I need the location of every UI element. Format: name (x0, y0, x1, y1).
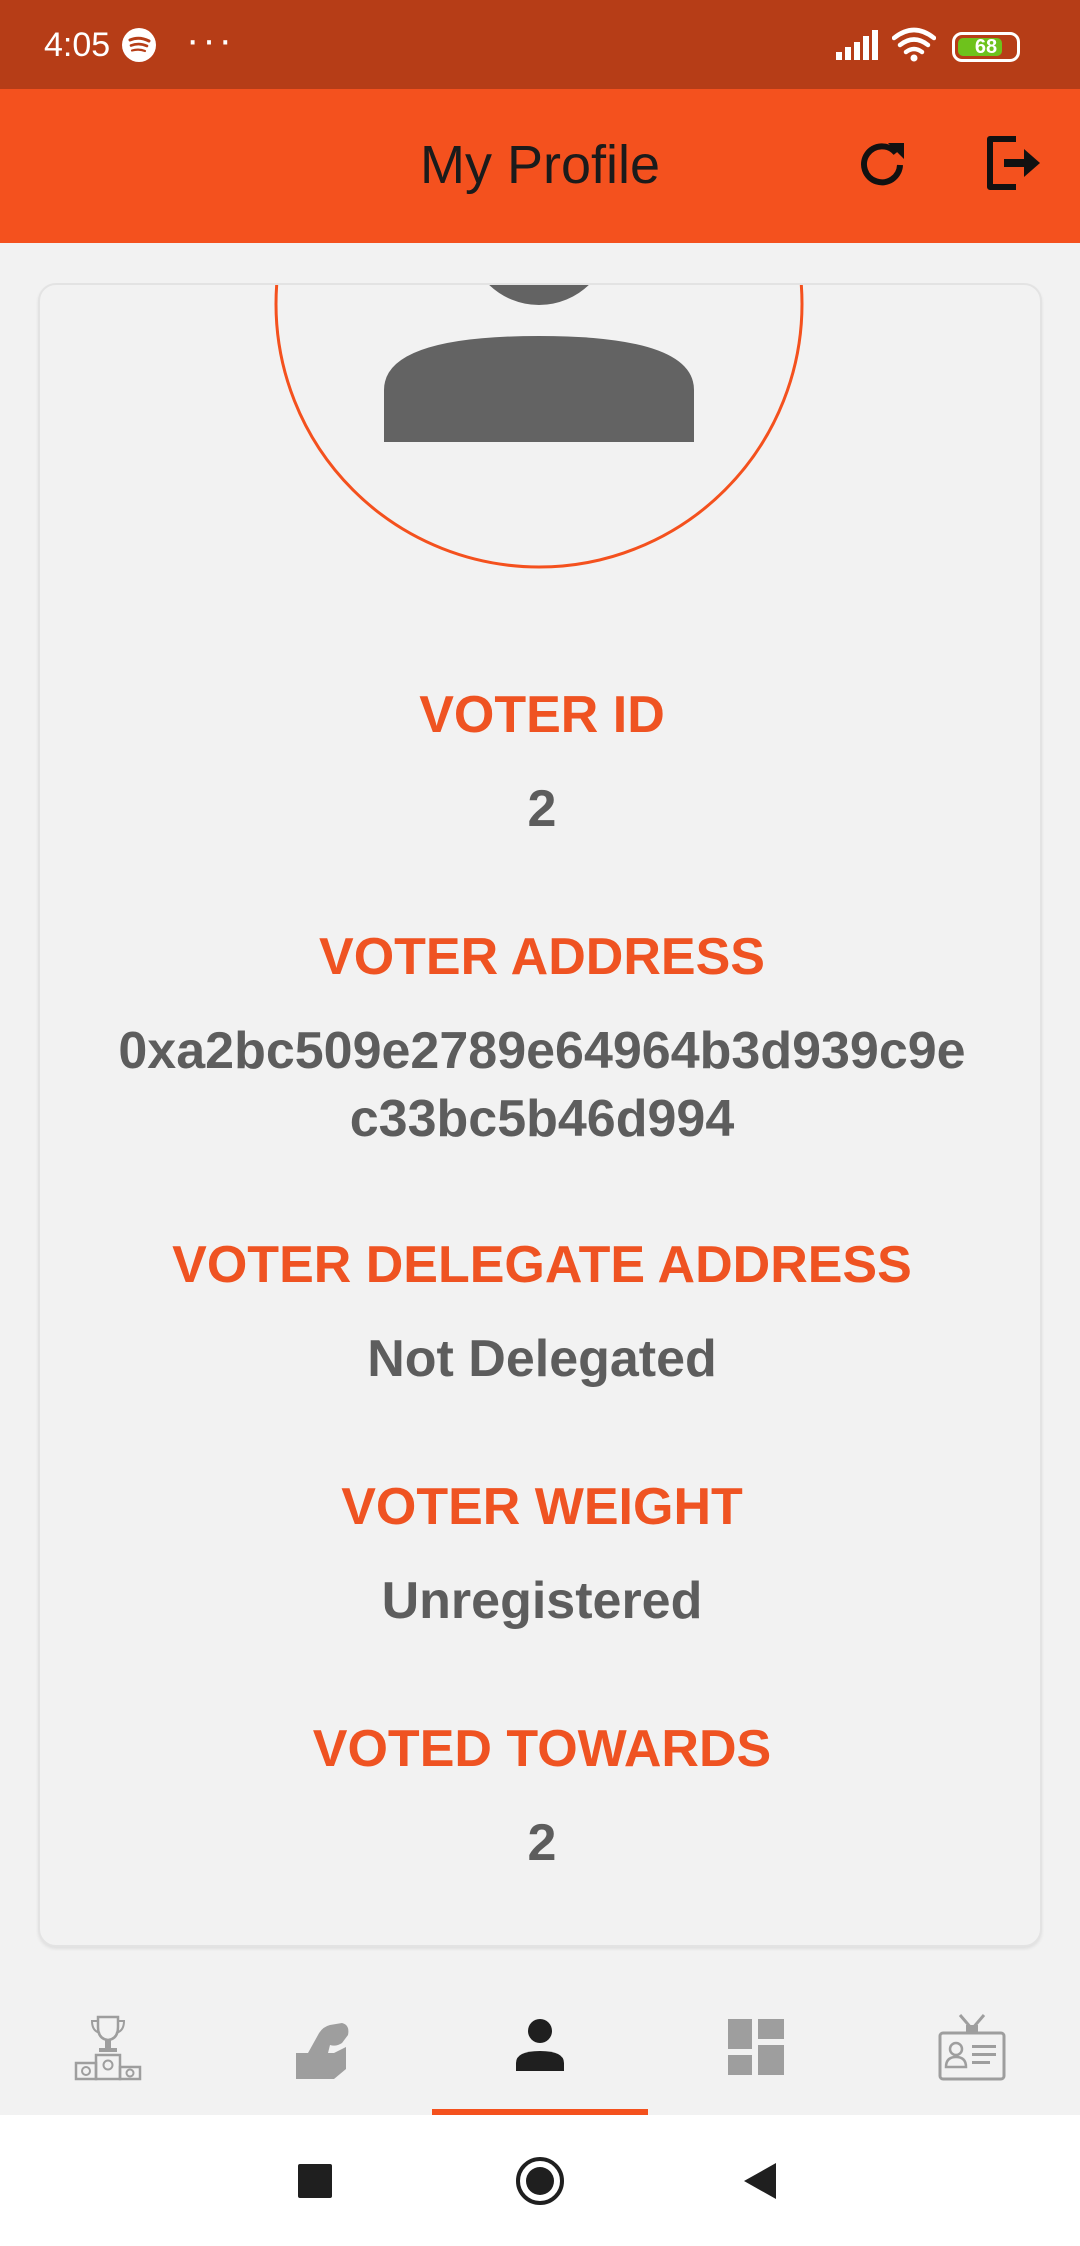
voted-towards-label: VOTED TOWARDS (312, 1720, 772, 1778)
podium-trophy-icon (74, 2015, 142, 2081)
voter-weight-label: VOTER WEIGHT (341, 1478, 743, 1536)
nav-tab-vote[interactable] (216, 1955, 432, 2115)
page-title: My Profile (419, 135, 661, 195)
nav-tab-results[interactable] (0, 1955, 216, 2115)
voter-id-label: VOTER ID (419, 686, 665, 744)
id-card-icon (938, 2014, 1006, 2081)
ballot-vote-icon (296, 2023, 349, 2079)
person-icon (516, 2019, 564, 2071)
voter-weight-value: Unregistered (381, 1572, 703, 1630)
home-button[interactable] (504, 2115, 576, 2246)
battery-icon: 68 (952, 32, 1020, 62)
bottom-nav (0, 1955, 1080, 2115)
voter-id-value: 2 (527, 780, 557, 838)
app-bar: My Profile (0, 89, 1080, 243)
spotify-icon (122, 28, 156, 62)
status-more-dots: ··· (186, 18, 235, 62)
wifi-icon (891, 26, 937, 67)
dashboard-icon (728, 2019, 784, 2075)
back-button[interactable] (728, 2115, 800, 2246)
voter-address-value: 0xa2bc509e2789e64964b3d939c9ec33bc5b46d9… (118, 1022, 966, 1148)
recents-button[interactable] (280, 2115, 352, 2246)
logout-button[interactable] (980, 131, 1044, 195)
person-avatar-icon (274, 285, 804, 569)
recents-square-icon (298, 2164, 332, 2198)
status-bar: 4:05 ··· 68 (0, 0, 1080, 89)
signal-icon (836, 30, 880, 65)
battery-level: 68 (974, 36, 998, 58)
nav-tab-id-card[interactable] (864, 1955, 1080, 2115)
nav-tab-dashboard[interactable] (648, 1955, 864, 2115)
home-circle-icon (516, 2157, 564, 2205)
profile-card: VOTER ID 2 VOTER ADDRESS 0xa2bc509e2789e… (38, 283, 1042, 1947)
voted-towards-value: 2 (527, 1814, 557, 1872)
nav-tab-profile[interactable] (432, 1955, 648, 2115)
refresh-button[interactable] (850, 131, 914, 195)
content-area: VOTER ID 2 VOTER ADDRESS 0xa2bc509e2789e… (0, 243, 1080, 2115)
logout-icon (987, 136, 1040, 190)
refresh-icon (861, 143, 904, 186)
voter-delegate-address-label: VOTER DELEGATE ADDRESS (172, 1236, 912, 1294)
voter-address-label: VOTER ADDRESS (319, 928, 765, 986)
status-time: 4:05 (44, 26, 111, 64)
voter-delegate-address-value: Not Delegated (367, 1330, 717, 1388)
back-triangle-icon (744, 2163, 776, 2199)
system-nav-bar (0, 2115, 1080, 2246)
